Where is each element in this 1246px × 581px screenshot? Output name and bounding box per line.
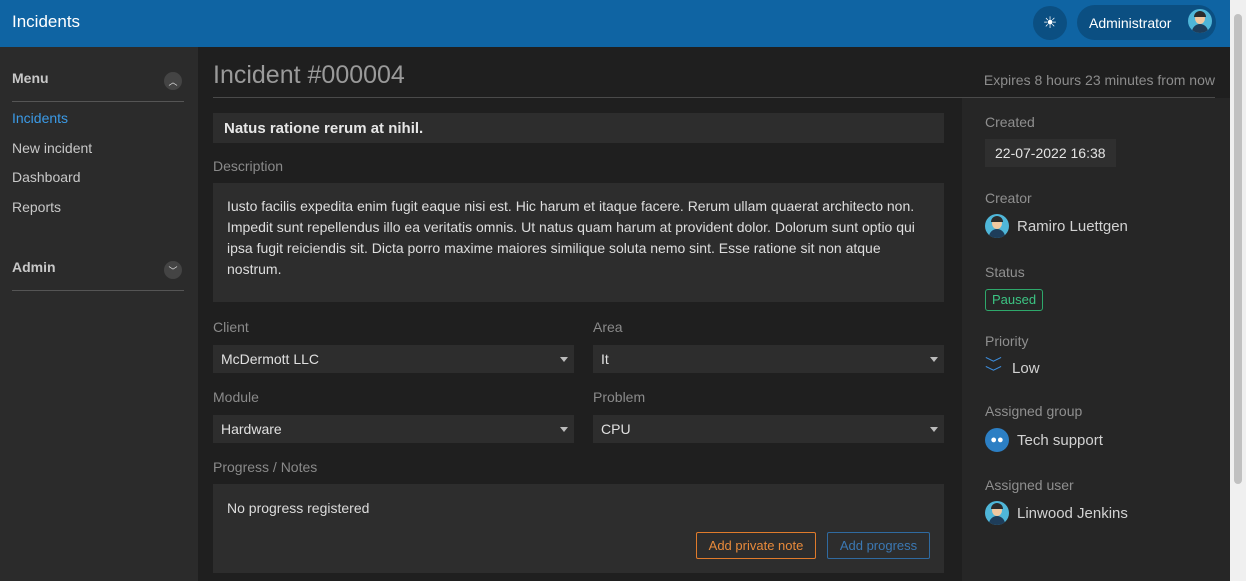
app-title[interactable]: Incidents xyxy=(12,12,80,32)
status-badge: Paused xyxy=(985,289,1044,311)
caret-down-icon xyxy=(560,357,568,362)
module-value: Hardware xyxy=(221,421,282,437)
client-value: McDermott LLC xyxy=(221,351,320,367)
user-avatar xyxy=(1188,9,1212,33)
theme-toggle-button[interactable]: ☀ xyxy=(1033,6,1067,40)
assigned-user-avatar xyxy=(985,501,1009,525)
group-icon: ●● xyxy=(985,428,1009,452)
problem-label: Problem xyxy=(593,389,646,405)
menu-title: Menu xyxy=(12,70,49,86)
page-scrollbar[interactable] xyxy=(1230,0,1246,581)
sun-icon: ☀ xyxy=(1042,15,1058,32)
priority-label: Priority xyxy=(985,333,1029,349)
creator-value: Ramiro Luettgen xyxy=(985,214,1128,238)
add-private-note-button[interactable]: Add private note xyxy=(696,532,816,559)
admin-section-header[interactable]: Admin ﹀ xyxy=(12,259,184,291)
caret-down-icon xyxy=(930,427,938,432)
chevron-up-icon[interactable]: ︿ xyxy=(164,72,182,90)
assigned-user-label: Assigned user xyxy=(985,477,1074,493)
assigned-user-name: Linwood Jenkins xyxy=(1017,504,1128,522)
assigned-group-value: ●● Tech support xyxy=(985,428,1103,452)
sidebar-item-reports[interactable]: Reports xyxy=(12,199,61,215)
priority-value: ﹀ ﹀ Low xyxy=(985,356,1040,380)
progress-panel: No progress registered Add private note … xyxy=(213,484,944,573)
admin-title: Admin xyxy=(12,259,56,275)
sidebar: Menu ︿ Incidents New incident Dashboard … xyxy=(0,47,198,581)
description-text: Iusto facilis expedita enim fugit eaque … xyxy=(213,183,944,302)
caret-down-icon xyxy=(560,427,568,432)
progress-label: Progress / Notes xyxy=(213,459,318,475)
area-label: Area xyxy=(593,319,623,335)
module-select[interactable]: Hardware xyxy=(213,415,574,443)
page-title: Incident #000004 xyxy=(213,61,405,89)
creator-name: Ramiro Luettgen xyxy=(1017,217,1128,235)
add-progress-button[interactable]: Add progress xyxy=(827,532,930,559)
chevron-down-icon[interactable]: ﹀ xyxy=(164,261,182,279)
sidebar-item-new-incident[interactable]: New incident xyxy=(12,140,92,156)
client-select[interactable]: McDermott LLC xyxy=(213,345,574,373)
top-bar: Incidents ☀ Administrator xyxy=(0,0,1230,47)
expires-text: Expires 8 hours 23 minutes from now xyxy=(983,72,1215,88)
client-label: Client xyxy=(213,319,249,335)
progress-empty-text: No progress registered xyxy=(227,500,370,516)
description-label: Description xyxy=(213,158,284,174)
creator-label: Creator xyxy=(985,190,1032,206)
status-label: Status xyxy=(985,264,1025,280)
area-value: It xyxy=(601,351,609,367)
priority-text: Low xyxy=(1012,359,1040,377)
assigned-group-name: Tech support xyxy=(1017,431,1103,449)
assigned-user-value: Linwood Jenkins xyxy=(985,501,1128,525)
double-chevron-down-icon: ﹀ ﹀ xyxy=(985,356,1002,380)
user-name: Administrator xyxy=(1089,14,1172,31)
problem-value: CPU xyxy=(601,421,631,437)
caret-down-icon xyxy=(930,357,938,362)
creator-avatar xyxy=(985,214,1009,238)
sidebar-item-dashboard[interactable]: Dashboard xyxy=(12,169,81,185)
problem-select[interactable]: CPU xyxy=(593,415,944,443)
area-select[interactable]: It xyxy=(593,345,944,373)
incident-subject: Natus ratione rerum at nihil. xyxy=(213,113,944,143)
assigned-group-label: Assigned group xyxy=(985,403,1083,419)
user-menu-button[interactable]: Administrator xyxy=(1077,5,1216,40)
sidebar-item-incidents[interactable]: Incidents xyxy=(12,110,68,126)
created-date: 22-07-2022 16:38 xyxy=(985,139,1116,167)
scrollbar-thumb[interactable] xyxy=(1234,14,1242,484)
module-label: Module xyxy=(213,389,259,405)
created-label: Created xyxy=(985,114,1035,130)
details-panel: Created 22-07-2022 16:38 Creator Ramiro … xyxy=(962,98,1230,581)
menu-section-header[interactable]: Menu ︿ xyxy=(12,70,184,102)
